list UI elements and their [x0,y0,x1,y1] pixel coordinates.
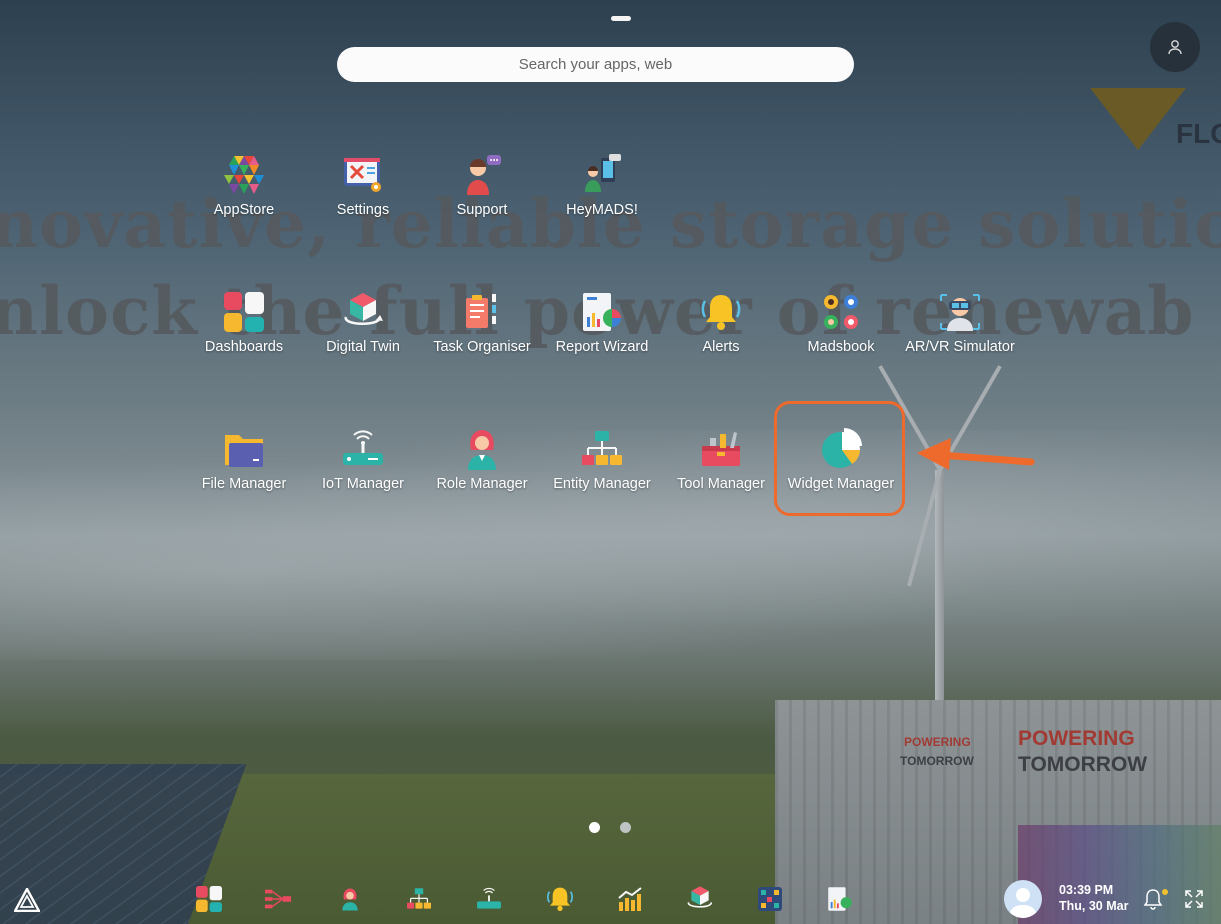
notifications-button[interactable] [1143,888,1170,915]
app-label: Report Wizard [555,339,649,355]
launcher-logo-icon[interactable] [12,886,42,917]
app-label: File Manager [201,476,287,492]
dock-alerts[interactable] [546,885,574,913]
dashboards-icon [221,289,267,335]
clock: 03:39 PM Thu, 30 Mar [1059,882,1128,914]
wind-turbine [935,470,944,710]
settings-icon [340,152,386,198]
dock-entity-manager[interactable] [405,885,433,913]
app-role-manager[interactable]: Role Manager [422,426,542,516]
alerts-bell-icon [547,887,573,911]
heymads-icon [579,152,625,198]
container-text-tomorrow: TOMORROW [1018,753,1148,776]
dock-flow[interactable] [264,885,292,913]
app-label: Madsbook [807,339,875,355]
app-entity-manager[interactable]: Entity Manager [542,426,662,516]
page-dot-1[interactable] [589,822,600,833]
app-file-manager[interactable]: File Manager [184,426,304,516]
profile-button[interactable] [1150,22,1200,72]
app-alerts[interactable]: Alerts [661,289,781,379]
fullscreen-button[interactable] [1184,889,1204,914]
app-label: IoT Manager [322,476,404,492]
iot-manager-icon [477,887,501,909]
wallpaper-logo-text: FLO [1176,118,1221,149]
dashboards-icon [196,886,222,912]
role-manager-icon [342,888,358,911]
dock-role-manager[interactable] [336,885,364,913]
app-settings[interactable]: Settings [303,152,423,242]
support-icon [459,152,505,198]
dock-analytics[interactable] [616,885,644,913]
app-dashboards[interactable]: Dashboards [184,289,304,379]
app-support[interactable]: Support [422,152,542,242]
drawer-handle[interactable] [611,16,631,21]
app-label: Alerts [702,339,740,355]
app-task-organiser[interactable]: Task Organiser [422,289,542,379]
entity-manager-icon [407,888,431,909]
notification-bell-icon [1143,889,1168,910]
app-label: Entity Manager [553,476,651,492]
clock-time: 03:39 PM [1059,883,1114,897]
app-label: Tool Manager [677,476,765,492]
container-text-powering-small: POWERING [904,735,971,749]
tool-manager-icon [698,426,744,472]
dock-network[interactable] [756,885,784,913]
network-icon [758,887,782,911]
dock-digital-twin[interactable] [686,885,714,913]
app-heymads[interactable]: HeyMADS! [542,152,662,242]
pointer-arrow-icon [917,438,1035,470]
role-manager-icon [459,426,505,472]
analytics-icon [618,887,642,911]
dock-dashboards[interactable] [195,885,223,913]
page-indicator [589,822,631,833]
app-label: Dashboards [204,339,284,355]
report-wizard-icon [828,887,852,911]
app-label: HeyMADS! [566,202,638,218]
clock-date: Thu, 30 Mar [1059,899,1129,913]
iot-manager-icon [340,426,386,472]
app-digital-twin[interactable]: Digital Twin [303,289,423,379]
search-input[interactable] [337,47,854,82]
app-label: Support [456,202,508,218]
wallpaper-logo-mark [1090,88,1186,150]
dock-iot-manager[interactable] [475,885,503,913]
digital-twin-icon [687,886,713,908]
alerts-bell-icon [698,289,744,335]
fullscreen-icon [1185,890,1203,908]
app-label: Role Manager [436,476,528,492]
app-label: Task Organiser [433,339,531,355]
app-report-wizard[interactable]: Report Wizard [542,289,662,379]
arvr-simulator-icon [937,289,983,335]
container-text-powering: POWERING [1018,727,1135,750]
app-tool-manager[interactable]: Tool Manager [661,426,781,516]
app-label: Digital Twin [326,339,400,355]
app-label: AR/VR Simulator [905,339,1015,355]
app-iot-manager[interactable]: IoT Manager [303,426,423,516]
report-wizard-icon [579,289,625,335]
flow-icon [264,889,292,909]
page-dot-2[interactable] [620,822,631,833]
app-label: AppStore [213,202,275,218]
entity-manager-icon [579,426,625,472]
dock-report-wizard[interactable] [826,885,854,913]
container-text-tomorrow-small: TOMORROW [900,754,974,768]
file-manager-icon [221,426,267,472]
task-organiser-icon [459,289,505,335]
user-avatar[interactable] [1004,880,1042,918]
appstore-icon [221,152,267,198]
app-label: Settings [336,202,390,218]
user-icon [1168,40,1182,55]
app-appstore[interactable]: AppStore [184,152,304,242]
highlight-box [774,401,905,516]
app-madsbook[interactable]: Madsbook [781,289,901,379]
madsbook-icon [818,289,864,335]
digital-twin-icon [340,289,386,335]
app-arvr-simulator[interactable]: AR/VR Simulator [900,289,1020,379]
